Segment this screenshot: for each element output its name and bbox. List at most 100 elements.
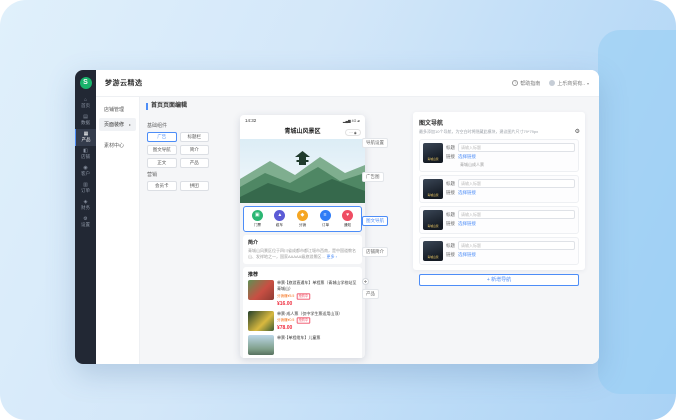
home-icon: ⌂ (75, 97, 96, 103)
sidebar-item-products[interactable]: ▦ 产品 (75, 129, 96, 146)
imagenav-edit-panel: 图文导航 最多添加10个导航，为空白时将隐藏此模块，建议图片尺寸79*79px … (413, 112, 585, 270)
sidebar-item-settings[interactable]: ⚙ 设置 (75, 214, 96, 231)
component-membercard[interactable]: 会员卡 (147, 181, 177, 191)
recommend-component[interactable]: 推荐 单票·【旅游直通车】单程票（青城山学校站至青城山） 分销赚¥5.5 抢购中… (243, 267, 362, 358)
component-ad[interactable]: 广告 (147, 132, 177, 142)
sidebar-item-orders[interactable]: ▥ 订单 (75, 180, 96, 197)
component-imagenav[interactable]: 图文导航 (147, 145, 177, 155)
component-groupbuy[interactable]: 拼团 (180, 181, 210, 191)
intro-text: 青城山风景区位于四川省成都市都江堰市西南，是中国道教名山、发祥地之一，国家AAA… (248, 248, 357, 260)
admin-window: S ⌂ 首页 ▤ 数据 ▦ 产品 ◧ 店铺 ◉ 客户 ▥ 订单 ◈ 财务 (75, 70, 599, 364)
help-link[interactable]: ? 帮助指南 (512, 80, 540, 87)
component-product[interactable]: 产品 (180, 158, 210, 168)
cablecar-icon: ▲ (274, 210, 285, 221)
tag-ad-image[interactable]: 广告图 (362, 172, 384, 182)
component-intro[interactable]: 简介 (180, 145, 210, 155)
imagenav-component-selected[interactable]: ▣ 门票 ▲ 缆车 ◆ 分销 ≡ 订单 ♥ (243, 206, 362, 232)
user-icon: ◉ (75, 165, 96, 171)
nav-card: 青城山票 标题 链接 选择链接 (419, 237, 579, 265)
sidebar-item-data[interactable]: ▤ 数据 (75, 112, 96, 129)
tag-nav-settings[interactable]: 导航设置 (362, 138, 388, 148)
store-icon: ◧ (75, 148, 96, 154)
nav-title-input[interactable] (458, 179, 575, 188)
panel-subtitle: 最多添加10个导航，为空白时将隐藏此模块，建议图片尺寸79*79px (419, 129, 579, 135)
nav-title-input[interactable] (458, 143, 575, 152)
nav-distribution[interactable]: ◆ 分销 (297, 210, 308, 228)
nav-ticket[interactable]: ▣ 门票 (252, 210, 263, 228)
sidebar-item-shop[interactable]: ◧ 店铺 (75, 146, 96, 163)
nav-cablecar[interactable]: ▲ 缆车 (274, 210, 285, 228)
editor-canvas: 首页页面编辑 基础组件 广告 标题栏 图文导航 简介 正文 产品 营销 会员卡 (140, 97, 599, 364)
account-menu[interactable]: 上乐商贸有.. ▾ (549, 80, 589, 87)
select-link-button[interactable]: 选择链接 (458, 252, 476, 258)
select-link-button[interactable]: 选择链接 (458, 154, 476, 160)
component-titlebar[interactable]: 标题栏 (180, 132, 210, 142)
product-thumb-bus (248, 280, 274, 300)
primary-sidebar: S ⌂ 首页 ▤ 数据 ▦ 产品 ◧ 店铺 ◉ 客户 ▥ 订单 ◈ 财务 (75, 70, 96, 364)
nav-thumb[interactable]: 青城山票 (423, 143, 443, 163)
nav-orders[interactable]: ≡ 订单 (320, 210, 331, 228)
list-icon: ▥ (75, 182, 96, 188)
intro-more-link[interactable]: 更多 › (326, 254, 336, 259)
miniprogram-capsule-icon[interactable]: ⋯ ◉ (345, 129, 361, 136)
distribution-icon: ◆ (297, 210, 308, 221)
select-link-button[interactable]: 选择链接 (458, 190, 476, 196)
sidebar-item-finance[interactable]: ◈ 财务 (75, 197, 96, 214)
gear-icon: ⚙ (75, 216, 96, 222)
card-settings-icon[interactable]: ⚙ (575, 128, 580, 135)
component-palette: 基础组件 广告 标题栏 图文导航 简介 正文 产品 营销 会员卡 拼团 (147, 119, 209, 191)
nav-title-input[interactable] (458, 210, 575, 219)
hero-mountain-image[interactable] (240, 139, 365, 203)
wallet-icon: ◈ (75, 199, 96, 205)
tag-product[interactable]: 产品 (362, 289, 379, 299)
tag-imagenav[interactable]: 图文导航 (362, 216, 388, 226)
help-icon: ? (512, 80, 518, 86)
product-item[interactable]: 单票·【单程缆车】儿童票 (248, 335, 357, 355)
notice-icon: ♥ (342, 210, 353, 221)
recommend-title: 推荐 (248, 271, 357, 278)
page-title: 首页页面编辑 (146, 103, 187, 110)
subnav-item-material[interactable]: 素材中心 (99, 139, 136, 152)
nav-notice[interactable]: ♥ 通知 (342, 210, 353, 228)
avatar (549, 80, 555, 86)
tag-shop-intro[interactable]: 店铺简介 (362, 247, 388, 257)
palette-group-basic: 基础组件 (147, 122, 209, 129)
sidebar-item-home[interactable]: ⌂ 首页 (75, 95, 96, 112)
sidebar-item-customers[interactable]: ◉ 客户 (75, 163, 96, 180)
component-text[interactable]: 正文 (147, 158, 177, 168)
product-price: ¥16.00 (277, 301, 357, 307)
orders-icon: ≡ (320, 210, 331, 221)
phone-statusbar: 14:32 ▂▄▆ 4G ▰ (240, 115, 365, 126)
signal-battery-icons: ▂▄▆ 4G ▰ (343, 119, 360, 123)
ticket-icon: ▣ (252, 210, 263, 221)
linked-target: 青城山成人票 (460, 162, 575, 168)
chevron-right-icon: ▸ (129, 122, 131, 127)
nav-thumb[interactable]: 青城山票 (423, 210, 443, 230)
subnav-item-shop-manage[interactable]: 店铺管理 (99, 103, 136, 116)
product-thumb-mountain (248, 335, 274, 355)
product-thumb-flowers (248, 311, 274, 331)
product-item[interactable]: 单票·【旅游直通车】单程票（青城山学校站至青城山） 分销赚¥5.5 抢购中 ¥1… (248, 280, 357, 306)
phone-titlebar: 青城山风景区 ⋯ ◉ (240, 126, 365, 139)
add-nav-button[interactable]: + 新增导航 (419, 274, 579, 286)
earn-label: 分销赚¥0.5 (277, 318, 294, 323)
add-section-icon[interactable]: ✚ (362, 278, 369, 285)
app-logo: S (80, 77, 92, 89)
secondary-sidebar: 店铺管理 页面装修 ▸ 素材中心 (96, 97, 140, 364)
nav-card: 青城山票 标题 链接 选择链接 (419, 206, 579, 234)
product-item[interactable]: 单票·成人票（仅中学生票适用山顶） 分销赚¥0.5 抢购中 ¥78.00 (248, 311, 357, 332)
app-title: 梦游云精选 (105, 78, 143, 88)
palette-group-marketing: 营销 (147, 171, 209, 178)
chart-icon: ▤ (75, 114, 96, 120)
product-price: ¥78.00 (277, 325, 357, 331)
subnav-item-page-decorate[interactable]: 页面装修 ▸ (99, 118, 136, 131)
nav-thumb[interactable]: 青城山票 (423, 179, 443, 199)
select-link-button[interactable]: 选择链接 (458, 221, 476, 227)
nav-thumb[interactable]: 青城山票 (423, 241, 443, 261)
grid-icon: ▦ (76, 131, 96, 137)
intro-component[interactable]: 简介 青城山风景区位于四川省成都市都江堰市西南，是中国道教名山、发祥地之一，国家… (243, 235, 362, 264)
phone-time: 14:32 (245, 118, 256, 123)
earn-label: 分销赚¥5.5 (277, 294, 294, 299)
nav-title-input[interactable] (458, 241, 575, 250)
panel-title: 图文导航 (419, 118, 579, 127)
